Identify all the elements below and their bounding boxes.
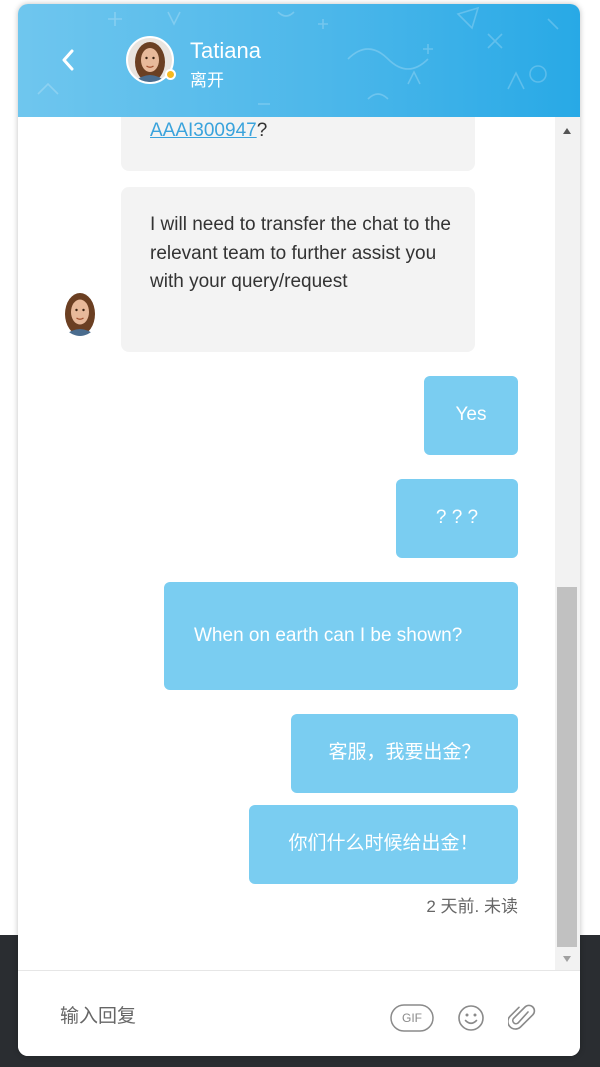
message-scrollbar[interactable] (555, 117, 580, 970)
message-text: 客服，我要出金？ (328, 742, 481, 764)
back-button[interactable] (54, 42, 82, 78)
incoming-message: I will need to transfer the chat to the … (121, 187, 475, 352)
agent-status: 离开 (190, 71, 224, 90)
emoji-button[interactable] (457, 1004, 485, 1032)
scroll-thumb[interactable] (557, 587, 577, 947)
outgoing-message: Yes (424, 376, 518, 455)
outgoing-message: 你们什么时候给出金！ (249, 805, 518, 884)
message-text: When on earth can I be shown? (194, 624, 463, 646)
reference-link-suffix: ? (256, 120, 268, 141)
outgoing-message: When on earth can I be shown? (164, 582, 518, 690)
scroll-down-button[interactable] (559, 951, 575, 967)
header-doodle-pattern (37, 6, 559, 105)
reference-link[interactable]: AAAI300947 (150, 120, 257, 141)
composer-bar: 输入回复 GIF (18, 970, 580, 1056)
arrow-up-icon (563, 128, 571, 134)
chat-widget: Tatiana 离开 AAAI300947? I will need to tr… (18, 4, 580, 1056)
agent-name: Tatiana (190, 38, 261, 63)
status-indicator (165, 69, 176, 80)
message-text: 你们什么时候给出金！ (288, 833, 479, 855)
incoming-message: AAAI300947? (121, 117, 475, 171)
message-list: AAAI300947? I will need to transfer the … (18, 117, 555, 970)
agent-message-avatar (60, 288, 100, 336)
chat-header: Tatiana 离开 (18, 4, 580, 117)
agent-portrait-icon (60, 288, 100, 336)
message-text: I will need to transfer the chat to the … (150, 214, 452, 292)
attach-button[interactable] (508, 1003, 536, 1033)
scroll-up-button[interactable] (559, 123, 575, 139)
message-text: Yes (455, 404, 487, 426)
chevron-left-icon (62, 49, 74, 71)
outgoing-message: ? ? ? (396, 479, 518, 558)
reply-input[interactable]: 输入回复 (60, 1001, 136, 1028)
gif-label: GIF (402, 1011, 422, 1025)
emoji-icon (458, 1005, 484, 1031)
message-text: ? ? ? (435, 507, 479, 529)
arrow-down-icon (563, 956, 571, 962)
gif-button[interactable]: GIF (390, 1004, 434, 1032)
message-timestamp: 2 天前. 未读 (426, 897, 518, 916)
outgoing-message: 客服，我要出金？ (291, 714, 518, 793)
paperclip-icon (508, 1004, 536, 1030)
